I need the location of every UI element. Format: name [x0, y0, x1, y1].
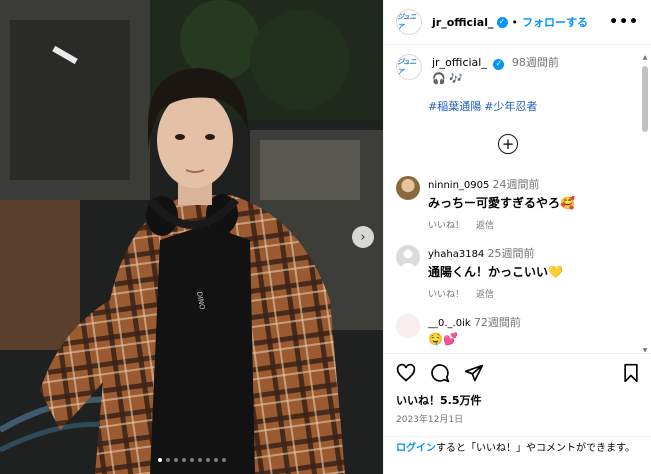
login-prompt-text: すると「いいね！」やコメントができます。: [436, 443, 635, 454]
post-side-panel: ジュニア jr_official_ ✓ • フォローする ••• ジュニア jr…: [383, 0, 651, 474]
caption-hashtags: #稲葉通陽 #少年忍者: [428, 98, 540, 114]
comment-username[interactable]: __0._.0ik: [428, 318, 471, 329]
comment-time[interactable]: 25週間前: [488, 247, 535, 260]
comment-username[interactable]: ninnin_0905: [428, 180, 489, 191]
caption-username[interactable]: jr_official_: [432, 56, 487, 69]
carousel-dot: [197, 458, 202, 462]
scroll-up-icon[interactable]: ▲: [641, 54, 649, 61]
login-link[interactable]: ログイン: [396, 443, 436, 454]
account-logo: ジュニア: [397, 13, 417, 31]
caption-avatar-logo: ジュニア: [397, 58, 417, 76]
comment-reply-button[interactable]: 返信: [476, 290, 494, 300]
comment-username[interactable]: yhaha3184: [428, 249, 484, 260]
caption-emojis: 🎧 🎶: [432, 72, 463, 85]
hashtag-link[interactable]: #稲葉通陽: [428, 100, 481, 113]
like-count[interactable]: いいね！5.5万件: [396, 392, 640, 408]
carousel-dot: [173, 458, 178, 462]
follow-button[interactable]: フォローする: [522, 14, 588, 30]
comment-item: __0._.0ik 72週間前 🤤💕: [396, 314, 632, 346]
photo-illustration: DINO: [0, 0, 383, 474]
hashtag-link[interactable]: #少年忍者: [484, 100, 537, 113]
verified-badge-icon: ✓: [496, 16, 508, 28]
comment-text: みっちー可愛すぎるやろ🥰: [428, 196, 575, 210]
carousel-dot: [221, 458, 226, 462]
heart-icon[interactable]: [396, 363, 416, 387]
share-icon[interactable]: [464, 363, 484, 387]
carousel-dot: [157, 458, 162, 462]
carousel-dot: [189, 458, 194, 462]
caption-time[interactable]: 98週間前: [512, 56, 559, 69]
comment-reply-button[interactable]: 返信: [476, 221, 494, 231]
post-photo[interactable]: DINO ›: [0, 0, 383, 474]
carousel-next-button[interactable]: ›: [352, 226, 374, 248]
comment-time[interactable]: 72週間前: [474, 316, 521, 329]
default-avatar-icon: [399, 249, 417, 269]
login-prompt: ログインすると「いいね！」やコメントができます。: [384, 436, 651, 456]
scrollbar-thumb[interactable]: [642, 66, 648, 132]
caption-verified-icon: ✓: [493, 58, 505, 70]
comment-text: 通陽くん！かっこいい💛: [428, 265, 563, 279]
comment-avatar[interactable]: [396, 245, 420, 269]
carousel-dot: [181, 458, 186, 462]
comment-item: yhaha3184 25週間前 通陽くん！かっこいい💛 いいね！ 返信: [396, 245, 632, 300]
carousel-dot: [205, 458, 210, 462]
comment-item: ninnin_0905 24週間前 みっちー可愛すぎるやろ🥰 いいね！ 返信: [396, 176, 632, 231]
header-separator: •: [511, 15, 519, 29]
comments-list[interactable]: ジュニア jr_official_ ✓ 98週間前 🎧 🎶 #稲葉通陽 #少年忍者…: [384, 46, 651, 352]
comment-like-button[interactable]: いいね！: [428, 221, 464, 231]
carousel-dots: [0, 458, 383, 462]
carousel-dot: [213, 458, 218, 462]
comment-time[interactable]: 24週間前: [493, 178, 540, 191]
comment-avatar[interactable]: [396, 314, 420, 338]
scroll-down-icon[interactable]: ▼: [641, 347, 649, 352]
post-actions: いいね！5.5万件 2023年12月1日: [384, 353, 651, 425]
comment-text: 🤤💕: [428, 332, 458, 346]
post-date[interactable]: 2023年12月1日: [396, 412, 640, 425]
bookmark-icon[interactable]: [622, 363, 640, 387]
comments-scrollbar[interactable]: ▲ ▼: [641, 54, 649, 352]
account-avatar[interactable]: ジュニア: [396, 9, 422, 35]
post-caption: ジュニア jr_official_ ✓ 98週間前 🎧 🎶: [396, 54, 632, 85]
caption-avatar[interactable]: ジュニア: [396, 54, 422, 80]
carousel-dot: [165, 458, 170, 462]
account-username[interactable]: jr_official_: [432, 16, 494, 29]
load-more-comments-button[interactable]: +: [498, 134, 518, 154]
comment-like-button[interactable]: いいね！: [428, 290, 464, 300]
more-options-icon[interactable]: •••: [609, 14, 639, 30]
post-header: ジュニア jr_official_ ✓ • フォローする •••: [384, 0, 651, 45]
comment-avatar[interactable]: [396, 176, 420, 200]
comment-icon[interactable]: [430, 363, 450, 387]
